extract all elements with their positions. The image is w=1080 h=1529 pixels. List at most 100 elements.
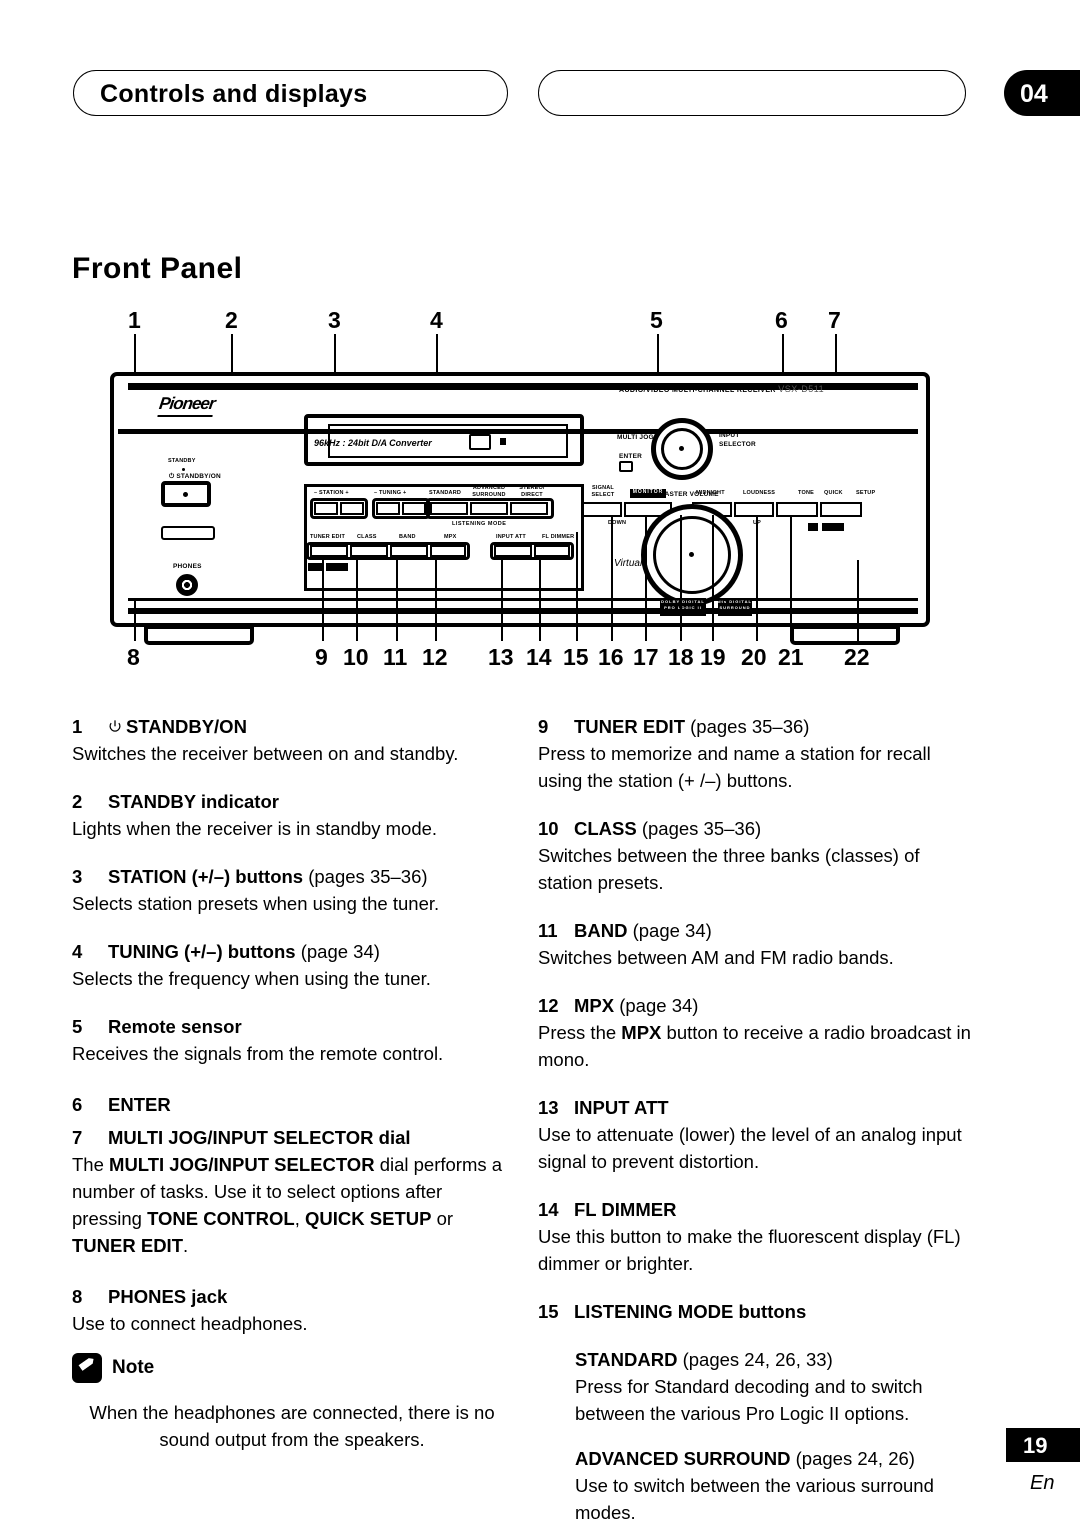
control-entry: 10 CLASS (pages 35–36) Switches between th… [538, 815, 978, 896]
master-volume-dial-dot [689, 552, 694, 557]
standard-button[interactable] [430, 502, 468, 515]
chassis-bottom-bar [128, 608, 918, 614]
blank-button-strip [161, 526, 215, 540]
listening-mode-sub-entry: ADVANCED SURROUND (pages 24, 26) Use to s… [575, 1445, 978, 1526]
model-line-text: AUDIO/VIDEO MULTI-CHANNEL RECEIVER [619, 387, 776, 394]
tuning-plus-button[interactable] [402, 502, 426, 515]
leader-9 [322, 556, 324, 641]
callout-bottom-21: 21 [778, 644, 804, 670]
leader-20 [756, 515, 758, 641]
leader-13 [501, 556, 503, 641]
control-entry: 13 INPUT ATT Use to attenuate (lower) the … [538, 1094, 978, 1175]
control-entry-title: Remote sensor [108, 1016, 242, 1037]
control-entry-body: Selects station presets when using the t… [72, 893, 440, 914]
callout-bottom-10: 10 [343, 644, 369, 670]
control-entry-title: STATION (+/–) buttons [108, 866, 304, 887]
mpx-button-label: MPX [444, 534, 457, 540]
chapter-number: 04 [1020, 80, 1048, 108]
leader-16 [611, 515, 613, 641]
control-entry-body: Use this button to make the fluorescent … [538, 1226, 961, 1274]
control-entry-body: Press the MPX button to receive a radio … [538, 1022, 971, 1070]
control-entry-pages: (page 34) [627, 920, 712, 941]
control-entry-title: STANDBY/ON [126, 716, 247, 737]
dolby-digital-logo: DOLBY DIGITAL PRO LOGIC II [660, 598, 706, 616]
section-heading: Front Panel [72, 252, 243, 285]
control-entry-title: CLASS [574, 818, 637, 839]
callout-top-2: 2 [225, 307, 238, 333]
control-entry-number: 5 [72, 1016, 83, 1037]
callout-bottom-8: 8 [127, 644, 140, 670]
enter-button[interactable] [619, 461, 633, 472]
phones-jack[interactable] [176, 574, 198, 596]
control-entry-title: MULTI JOG/INPUT SELECTOR dial [108, 1127, 411, 1148]
tone-button-label: TONE [798, 490, 814, 496]
control-entry-number: 9 [538, 716, 549, 737]
control-entry: 5 Remote sensor Receives the signals from … [72, 1013, 512, 1067]
right-text-column: 9 TUNER EDIT (pages 35–36) Press to memori… [538, 713, 978, 1526]
control-entry-number: 2 [72, 791, 83, 812]
control-entry-heading: 11 BAND (page 34) [538, 917, 978, 944]
sub-entry-pages: (pages 24, 26) [790, 1448, 915, 1469]
tuner-edit-button[interactable] [310, 545, 348, 557]
leader-18 [680, 515, 682, 641]
callout-bottom-15: 15 [563, 644, 589, 670]
control-entry: 15 LISTENING MODE buttons [538, 1298, 978, 1325]
enter-label: ENTER [619, 453, 643, 460]
control-entry-heading: 1 STANDBY/ON [72, 713, 512, 740]
callout-top-4: 4 [430, 307, 443, 333]
callout-top-1: 1 [128, 307, 141, 333]
control-entry-title: TUNER EDIT [574, 716, 685, 737]
tuner-edit-button-label: TUNER EDIT [310, 534, 345, 540]
callout-bottom-13: 13 [488, 644, 514, 670]
tuning-minus-button[interactable] [376, 502, 400, 515]
callout-bottom-14: 14 [526, 644, 552, 670]
control-entry-body: Receives the signals from the remote con… [72, 1043, 444, 1064]
advanced-surround-button[interactable] [470, 502, 508, 515]
control-entry-number: 11 [538, 920, 558, 941]
control-entry-heading: 14 FL DIMMER [538, 1196, 978, 1223]
control-entry-heading: 13 INPUT ATT [538, 1094, 978, 1121]
input-selector-label: INPUT SELECTOR [719, 432, 756, 448]
quick-setup-button[interactable] [820, 502, 862, 517]
receiver-foot-left [144, 625, 254, 645]
standby-button-dot [183, 492, 188, 497]
tone-button[interactable] [776, 502, 818, 517]
setup-button-label: SETUP [856, 490, 876, 496]
control-entry-title: BAND [574, 920, 628, 941]
multi-jog-dial-dot [679, 446, 684, 451]
fl-dimmer-button-label: FL DIMMER [542, 534, 575, 540]
receiver-chassis: Pioneer AUDIO/VIDEO MULTI-CHANNEL RECEIV… [110, 372, 930, 627]
control-entry-number: 13 [538, 1097, 559, 1118]
input-att-button[interactable] [494, 545, 532, 557]
stereo-direct-button[interactable] [510, 502, 548, 515]
control-entry-heading: 15 LISTENING MODE buttons [538, 1298, 978, 1325]
front-panel-figure: 1 2 3 4 5 6 7 Pioneer AUDIO/VIDEO MULTI-… [100, 300, 960, 690]
remote-sensor [469, 434, 491, 450]
control-entry-heading: 9 TUNER EDIT (pages 35–36) [538, 713, 978, 740]
control-entry-heading: 2 STANDBY indicator [72, 788, 512, 815]
stereo-direct-button-label: STEREO/ DIRECT [519, 485, 545, 498]
band-button-label: BAND [399, 534, 416, 540]
callout-top-3: 3 [328, 307, 341, 333]
station-plus-button[interactable] [340, 502, 364, 515]
control-entry-number: 10 [538, 818, 559, 839]
signal-select-button[interactable] [582, 502, 622, 517]
control-entry-number: 8 [72, 1286, 83, 1307]
power-icon [108, 714, 122, 732]
page-language: En [1030, 1472, 1055, 1494]
leader-17 [645, 515, 647, 641]
leader-19 [712, 515, 714, 641]
station-minus-button[interactable] [314, 502, 338, 515]
rds-badge [326, 563, 348, 571]
page-number: 19 [1023, 1433, 1048, 1458]
control-entry: 12 MPX (page 34) Press the MPX button to r… [538, 992, 978, 1073]
control-entry-title: TUNING (+/–) buttons [108, 941, 296, 962]
receiver-foot-right [790, 625, 900, 645]
loudness-button[interactable] [734, 502, 774, 517]
control-entry-body: Lights when the receiver is in standby m… [72, 818, 438, 839]
control-entry-pages: (pages 35–36) [636, 818, 762, 839]
control-entry-heading: 5 Remote sensor [72, 1013, 512, 1040]
model-line: AUDIO/VIDEO MULTI-CHANNEL RECEIVER VSX-D… [619, 384, 824, 394]
callout-top-5: 5 [650, 307, 663, 333]
control-entry-number: 15 [538, 1301, 559, 1322]
